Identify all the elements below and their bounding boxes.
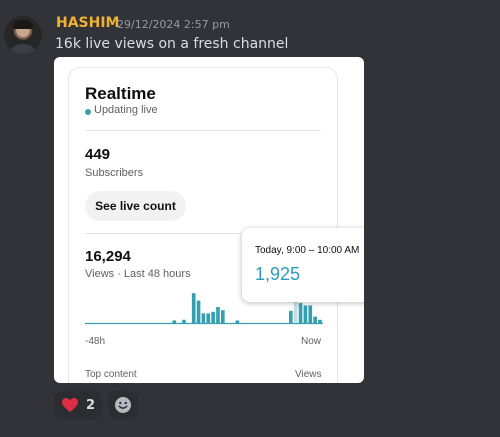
- message-timestamp: 29/12/2024 2:57 pm: [117, 18, 230, 31]
- add-emoji-icon: [115, 397, 131, 413]
- add-reaction-button[interactable]: [108, 391, 138, 419]
- message-text: 16k live views on a fresh channel: [55, 36, 289, 52]
- chart-bar[interactable]: [191, 293, 196, 323]
- divider: [85, 130, 321, 131]
- heart-reaction[interactable]: 2: [54, 391, 102, 419]
- chart-bar[interactable]: [196, 300, 201, 323]
- realtime-card: Realtime Updating live 449 Subscribers S…: [68, 67, 364, 383]
- chart-bar[interactable]: [313, 316, 317, 323]
- chart-x-end-label: Now: [301, 336, 322, 347]
- image-attachment[interactable]: Realtime Updating live 449 Subscribers S…: [54, 57, 364, 383]
- chart-bar[interactable]: [303, 305, 308, 323]
- chart-x-start-label: -48h: [85, 336, 106, 347]
- views-label: Views · Last 48 hours: [85, 268, 191, 280]
- realtime-title: Realtime: [85, 84, 156, 103]
- chart-bar[interactable]: [235, 320, 240, 323]
- chart-bar[interactable]: [172, 320, 177, 323]
- chart-bar[interactable]: [216, 307, 220, 323]
- avatar-shirt: [8, 44, 38, 54]
- chart-tooltip: Today, 9:00 – 10:00 AM 1,925: [242, 228, 364, 302]
- chart-bar[interactable]: [211, 311, 215, 323]
- live-status: Updating live: [94, 104, 158, 116]
- views-count: 16,294: [85, 248, 131, 265]
- chart-bar[interactable]: [206, 313, 211, 323]
- top-content-label: Top content: [85, 369, 137, 380]
- chart-bar[interactable]: [289, 310, 293, 323]
- tooltip-value: 1,925: [255, 264, 301, 284]
- reaction-count: 2: [85, 397, 96, 413]
- chart-bar[interactable]: [308, 305, 313, 323]
- username[interactable]: HASHIM: [56, 15, 120, 31]
- chat-message: HASHIM 29/12/2024 2:57 pm 16k live views…: [0, 0, 500, 437]
- subscriber-label: Subscribers: [85, 167, 144, 179]
- avatar[interactable]: [4, 16, 42, 54]
- tooltip-time: Today, 9:00 – 10:00 AM: [255, 245, 360, 256]
- chart-bar[interactable]: [221, 310, 225, 323]
- chart-bar[interactable]: [201, 313, 206, 323]
- live-indicator-dot: [85, 109, 91, 115]
- see-live-count-button[interactable]: See live count: [85, 191, 186, 221]
- heart-icon: [61, 398, 78, 412]
- avatar-hair: [13, 20, 33, 29]
- chart-bar[interactable]: [182, 319, 186, 323]
- subscriber-count: 449: [85, 146, 111, 163]
- chart-bar[interactable]: [318, 319, 322, 323]
- chart-bar[interactable]: [298, 303, 303, 323]
- views-column-label: Views: [295, 369, 322, 380]
